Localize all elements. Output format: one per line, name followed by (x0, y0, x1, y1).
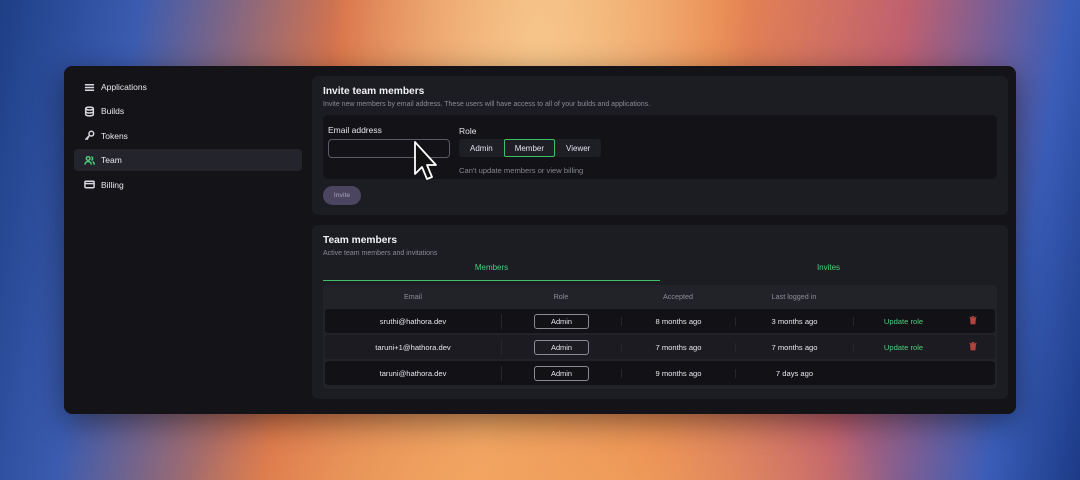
role-badge: Admin (534, 339, 589, 355)
credit-card-icon (83, 179, 95, 191)
role-badge: Admin (534, 365, 589, 381)
member-email: sruthi@hathora.dev (379, 316, 447, 326)
database-icon (83, 105, 95, 117)
email-label: Email address (328, 125, 382, 135)
team-title: Team members (323, 235, 397, 246)
members-table: Email Role Accepted Last logged in sruth… (323, 285, 997, 389)
sidebar-item-billing[interactable]: Billing (74, 174, 302, 196)
users-icon (83, 154, 95, 166)
sidebar-item-builds[interactable]: Builds (74, 100, 302, 122)
trash-icon[interactable] (969, 341, 977, 353)
sidebar-item-label: Billing (101, 179, 124, 190)
team-subtitle: Active team members and invitations (323, 250, 438, 257)
role-selector: Admin Member Viewer (459, 139, 602, 157)
table-header: Email Role Accepted Last logged in (325, 285, 995, 307)
column-last-login: Last logged in (771, 291, 817, 301)
column-role: Role (553, 291, 569, 301)
table-row: sruthi@hathora.dev Admin 8 months ago 3 … (325, 309, 995, 333)
main-content: Invite team members Invite new members b… (312, 76, 1008, 399)
team-tabs: Members Invites (323, 263, 997, 281)
member-email: taruni@hathora.dev (379, 368, 447, 378)
app-window: Applications Builds Tokens Team Billing (64, 66, 1016, 414)
key-icon (83, 130, 95, 142)
table-row: taruni+1@hathora.dev Admin 7 months ago … (325, 335, 995, 359)
list-icon (83, 81, 95, 93)
role-hint: Can't update members or view billing (459, 166, 584, 175)
sidebar-item-team[interactable]: Team (74, 149, 302, 172)
tab-members[interactable]: Members (323, 263, 660, 281)
column-email: Email (404, 291, 422, 301)
invite-button[interactable]: Invite (323, 186, 361, 205)
sidebar-item-label: Tokens (101, 130, 128, 141)
member-email: taruni+1@hathora.dev (375, 342, 451, 352)
role-admin-button[interactable]: Admin (459, 139, 504, 157)
update-role-link[interactable]: Update role (853, 316, 953, 326)
last-login-time: 7 days ago (735, 368, 853, 378)
team-card: Team members Active team members and inv… (312, 225, 1008, 399)
tab-invites[interactable]: Invites (660, 263, 997, 281)
trash-icon[interactable] (969, 315, 977, 327)
invite-subtitle: Invite new members by email address. The… (323, 101, 651, 108)
accepted-time: 7 months ago (621, 342, 735, 352)
accepted-time: 9 months ago (621, 368, 735, 378)
accepted-time: 8 months ago (621, 316, 735, 326)
sidebar-item-applications[interactable]: Applications (74, 76, 302, 98)
last-login-time: 3 months ago (735, 316, 853, 326)
sidebar: Applications Builds Tokens Team Billing (64, 66, 312, 414)
sidebar-item-tokens[interactable]: Tokens (74, 125, 302, 147)
sidebar-item-label: Builds (101, 106, 125, 117)
last-login-time: 7 months ago (735, 342, 853, 352)
role-badge: Admin (534, 313, 589, 329)
column-accepted: Accepted (663, 291, 693, 301)
table-row: taruni@hathora.dev Admin 9 months ago 7 … (325, 361, 995, 385)
invite-title: Invite team members (323, 86, 425, 97)
sidebar-item-label: Team (101, 155, 122, 166)
role-viewer-button[interactable]: Viewer (555, 139, 601, 157)
role-label: Role (459, 126, 477, 136)
role-member-button[interactable]: Member (503, 139, 556, 157)
sidebar-item-label: Applications (101, 82, 147, 92)
mouse-cursor-icon (414, 141, 437, 180)
update-role-link[interactable]: Update role (853, 342, 953, 352)
